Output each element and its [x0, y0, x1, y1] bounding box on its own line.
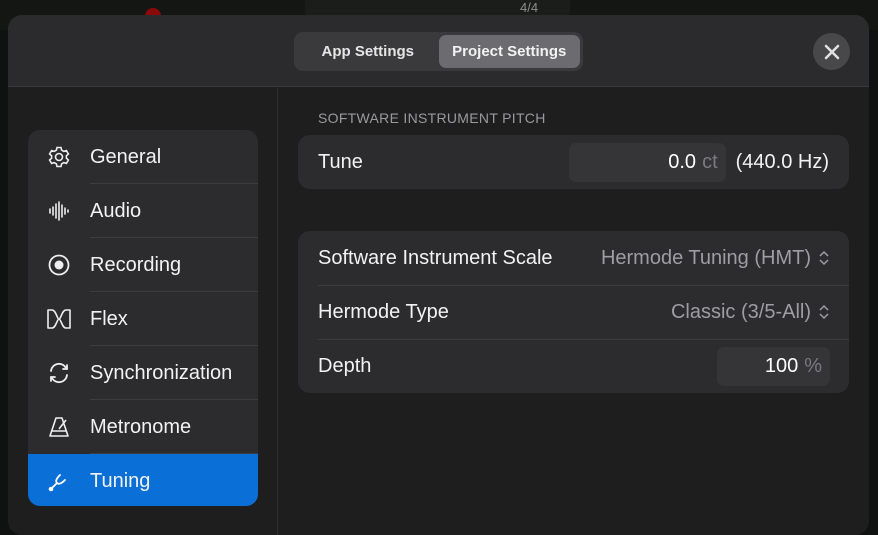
tune-unit: ct	[702, 150, 718, 173]
sidebar-item-synchronization[interactable]: Synchronization	[28, 346, 258, 400]
dialog-header: App Settings Project Settings	[8, 15, 869, 87]
sidebar-item-label: Synchronization	[90, 361, 233, 384]
settings-segmented-control: App Settings Project Settings	[294, 32, 583, 71]
pitch-card: Tune 0.0 ct (440.0 Hz)	[298, 135, 849, 189]
tune-row: Tune 0.0 ct (440.0 Hz)	[298, 135, 849, 189]
hermode-type-row: Hermode Type Classic (3/5-All)	[298, 285, 849, 339]
depth-input[interactable]: 100 %	[717, 346, 830, 386]
scale-row: Software Instrument Scale Hermode Tuning…	[298, 231, 849, 285]
xmark-icon	[824, 44, 839, 59]
record-circle-icon	[28, 253, 90, 277]
depth-label: Depth	[318, 354, 372, 377]
sidebar-item-tuning[interactable]: Tuning	[28, 454, 258, 506]
flex-icon	[28, 307, 90, 331]
time-signature: 4/4	[520, 0, 539, 15]
close-button[interactable]	[813, 33, 850, 70]
hermode-type-label: Hermode Type	[318, 300, 449, 323]
section-title: SOFTWARE INSTRUMENT PITCH	[318, 110, 546, 126]
scale-value: Hermode Tuning (HMT)	[600, 246, 811, 269]
tab-project-settings[interactable]: Project Settings	[438, 35, 580, 68]
tune-value: 0.0	[668, 150, 697, 173]
sidebar-item-metronome[interactable]: Metronome	[28, 400, 258, 454]
tune-input[interactable]: 0.0 ct	[568, 142, 726, 182]
tab-app-settings[interactable]: App Settings	[297, 35, 439, 68]
hermode-type-value: Classic (3/5-All)	[670, 300, 811, 323]
sidebar-item-label: Recording	[90, 253, 182, 276]
scale-popup[interactable]: Hermode Tuning (HMT)	[601, 247, 829, 270]
sidebar-item-label: Audio	[90, 199, 142, 222]
hermode-type-popup[interactable]: Classic (3/5-All)	[671, 301, 829, 324]
waveform-icon	[28, 199, 90, 223]
metronome-icon	[28, 415, 90, 439]
sidebar-item-flex[interactable]: Flex	[28, 292, 258, 346]
sidebar-item-recording[interactable]: Recording	[28, 238, 258, 292]
scale-label: Software Instrument Scale	[318, 246, 553, 269]
settings-dialog: App Settings Project Settings General Au…	[8, 15, 869, 535]
sidebar-item-label: General	[90, 145, 162, 168]
chevron-up-down-icon	[819, 304, 829, 320]
sync-arrows-icon	[28, 361, 90, 385]
sidebar-item-label: Flex	[90, 307, 128, 330]
sidebar: General Audio Recording Flex Synchroniza…	[8, 88, 278, 535]
tune-label: Tune	[318, 150, 363, 173]
chevron-up-down-icon	[819, 250, 829, 266]
depth-unit: %	[804, 354, 822, 377]
scale-card: Software Instrument Scale Hermode Tuning…	[298, 231, 849, 393]
sidebar-list: General Audio Recording Flex Synchroniza…	[28, 130, 258, 506]
depth-row: Depth 100 %	[298, 339, 849, 393]
depth-value: 100	[764, 354, 799, 377]
sidebar-item-audio[interactable]: Audio	[28, 184, 258, 238]
tuning-fork-icon	[28, 469, 90, 493]
tune-hz: (440.0 Hz)	[735, 150, 829, 173]
gear-icon	[28, 145, 90, 169]
sidebar-item-label: Metronome	[90, 415, 192, 438]
sidebar-item-label: Tuning	[90, 469, 151, 492]
sidebar-item-general[interactable]: General	[28, 130, 258, 184]
